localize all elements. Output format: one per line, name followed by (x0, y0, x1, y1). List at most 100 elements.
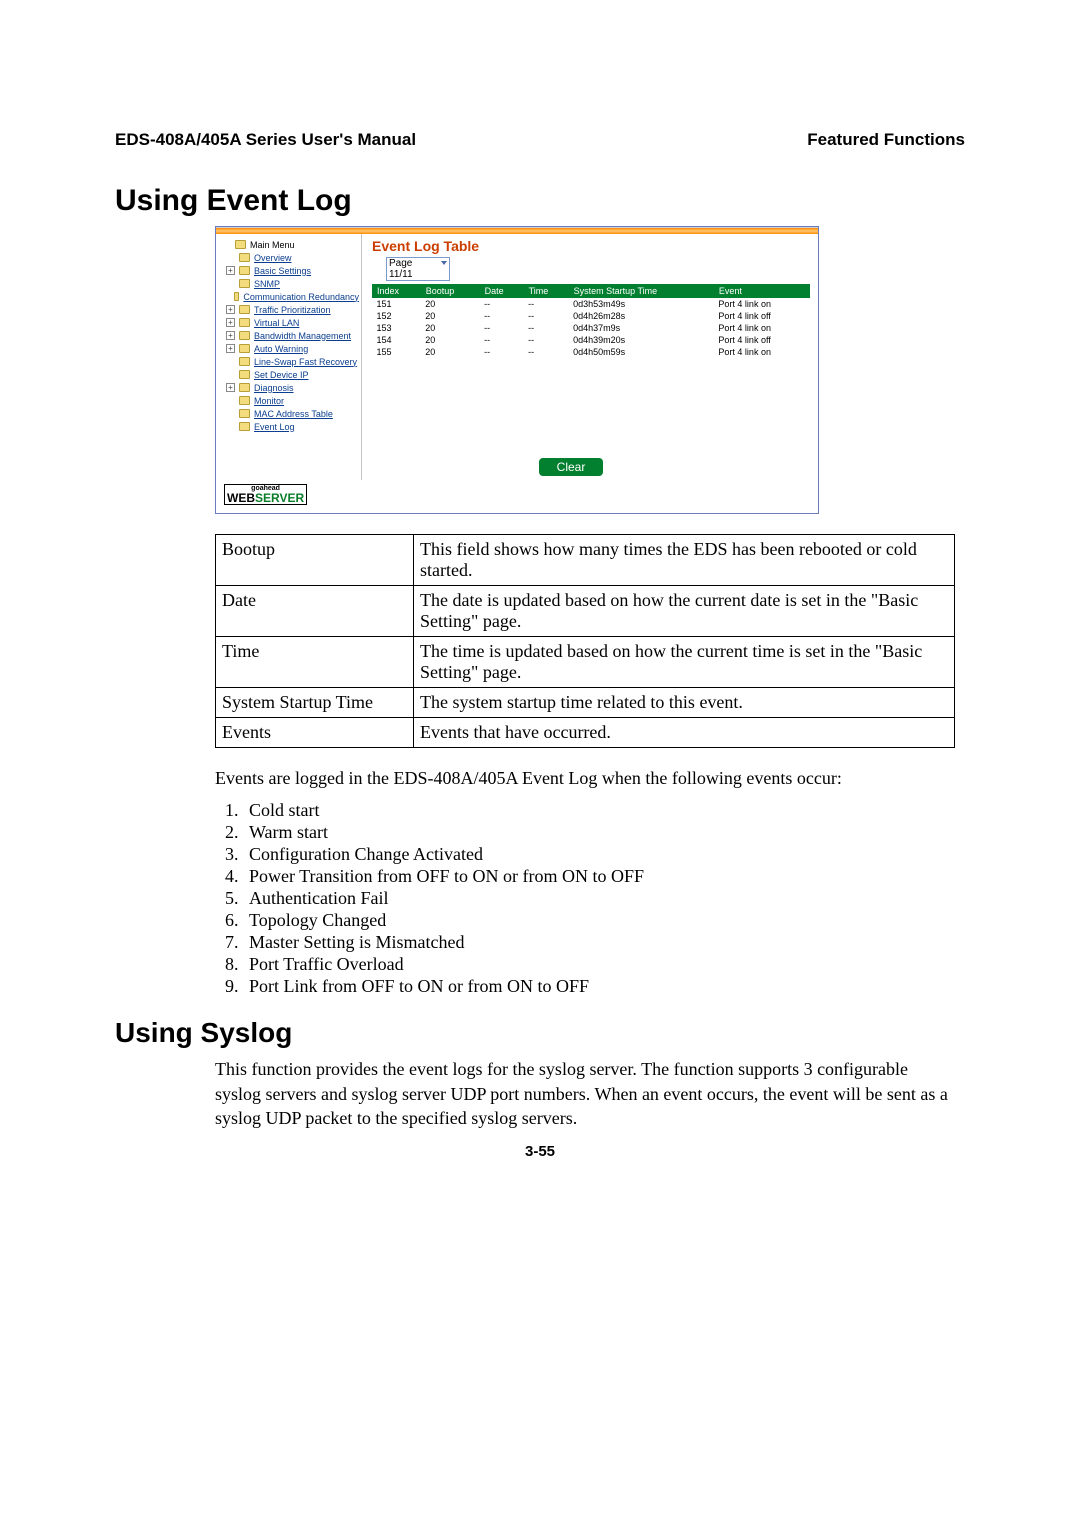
list-item: Configuration Change Activated (243, 844, 965, 865)
folder-icon (239, 331, 250, 340)
tree-item[interactable]: + Virtual LAN (222, 316, 359, 329)
orange-bar (216, 227, 818, 234)
expand-icon[interactable]: + (226, 305, 235, 314)
folder-icon (235, 240, 246, 249)
list-item: Master Setting is Mismatched (243, 932, 965, 953)
screenshot-title: Event Log Table (372, 238, 810, 254)
tree-item[interactable]: + Auto Warning (222, 342, 359, 355)
tree-label: SNMP (254, 279, 280, 289)
page-number: 3-55 (0, 1143, 1080, 1160)
def-key: Time (216, 637, 414, 688)
column-header: Event (714, 285, 809, 298)
def-value: The time is updated based on how the cur… (414, 637, 955, 688)
tree-item[interactable]: Overview (222, 251, 359, 264)
def-value: This field shows how many times the EDS … (414, 535, 955, 586)
tree-item[interactable]: SNMP (222, 277, 359, 290)
def-key: System Startup Time (216, 688, 414, 718)
def-key: Events (216, 718, 414, 748)
table-row: 15120----0d3h53m49sPort 4 link on (373, 298, 810, 311)
list-item: Port Traffic Overload (243, 954, 965, 975)
tree-label: Main Menu (250, 240, 295, 250)
table-row: 15220----0d4h26m28sPort 4 link off (373, 310, 810, 322)
header-left: EDS-408A/405A Series User's Manual (115, 130, 416, 150)
tree-item[interactable]: + Basic Settings (222, 264, 359, 277)
folder-icon (239, 422, 250, 431)
server-label: SERVER (255, 491, 304, 505)
list-item: Warm start (243, 822, 965, 843)
tree-label: Basic Settings (254, 266, 311, 276)
folder-icon (239, 370, 250, 379)
list-item: Authentication Fail (243, 888, 965, 909)
tree-item[interactable]: Line-Swap Fast Recovery (222, 355, 359, 368)
expand-icon[interactable]: + (226, 318, 235, 327)
tree-label: Event Log (254, 422, 295, 432)
table-row: 15520----0d4h50m59sPort 4 link on (373, 346, 810, 358)
table-row: TimeThe time is updated based on how the… (216, 637, 955, 688)
tree-item[interactable]: MAC Address Table (222, 407, 359, 420)
tree-label: Overview (254, 253, 292, 263)
tree-label: Line-Swap Fast Recovery (254, 357, 357, 367)
definitions-table: BootupThis field shows how many times th… (215, 534, 955, 748)
folder-icon (239, 305, 250, 314)
column-header: Bootup (421, 285, 480, 298)
tree-item[interactable]: + Traffic Prioritization (222, 303, 359, 316)
tree-label: Virtual LAN (254, 318, 299, 328)
def-value: The system startup time related to this … (414, 688, 955, 718)
column-header: Time (524, 285, 569, 298)
folder-icon (239, 396, 250, 405)
list-item: Power Transition from OFF to ON or from … (243, 866, 965, 887)
tree-label: Bandwidth Management (254, 331, 351, 341)
column-header: System Startup Time (569, 285, 714, 298)
list-item: Topology Changed (243, 910, 965, 931)
folder-icon (239, 409, 250, 418)
expand-icon[interactable]: + (226, 383, 235, 392)
list-item: Port Link from OFF to ON or from ON to O… (243, 976, 965, 997)
header-right: Featured Functions (807, 130, 965, 150)
expand-icon[interactable]: + (226, 266, 235, 275)
tree-item[interactable]: Event Log (222, 420, 359, 433)
webserver-logo: goahead WEBSERVER (224, 484, 307, 505)
folder-icon (234, 292, 240, 301)
heading-using-syslog: Using Syslog (115, 1017, 965, 1049)
tree-label: Monitor (254, 396, 284, 406)
expand-icon[interactable]: + (226, 331, 235, 340)
page-select[interactable]: Page 11/11 (386, 257, 450, 281)
def-key: Date (216, 586, 414, 637)
def-value: The date is updated based on how the cur… (414, 586, 955, 637)
table-row: System Startup TimeThe system startup ti… (216, 688, 955, 718)
tree-label: Auto Warning (254, 344, 308, 354)
tree-item[interactable]: Set Device IP (222, 368, 359, 381)
table-row: BootupThis field shows how many times th… (216, 535, 955, 586)
tree-item[interactable]: Communication Redundancy (222, 290, 359, 303)
event-log-table: IndexBootupDateTimeSystem Startup TimeEv… (372, 284, 810, 358)
events-list: Cold startWarm startConfiguration Change… (215, 800, 965, 997)
tree-item[interactable]: Monitor (222, 394, 359, 407)
def-value: Events that have occurred. (414, 718, 955, 748)
events-intro: Events are logged in the EDS-408A/405A E… (215, 766, 955, 790)
syslog-body: This function provides the event logs fo… (215, 1057, 955, 1130)
tree-item[interactable]: + Bandwidth Management (222, 329, 359, 342)
nav-tree: Main Menu Overview + Basic Settings SNMP Comm… (216, 234, 362, 480)
table-row: EventsEvents that have occurred. (216, 718, 955, 748)
event-log-screenshot: Main Menu Overview + Basic Settings SNMP Comm… (215, 226, 819, 514)
column-header: Index (373, 285, 422, 298)
expand-icon[interactable]: + (226, 344, 235, 353)
list-item: Cold start (243, 800, 965, 821)
tree-label: MAC Address Table (254, 409, 333, 419)
folder-icon (239, 344, 250, 353)
tree-item[interactable]: Main Menu (222, 238, 359, 251)
tree-label: Set Device IP (254, 370, 309, 380)
tree-label: Diagnosis (254, 383, 294, 393)
web-label: WEB (227, 491, 255, 505)
folder-icon (239, 318, 250, 327)
tree-label: Communication Redundancy (243, 292, 359, 302)
clear-button[interactable]: Clear (539, 458, 604, 476)
table-row: 15320----0d4h37m9sPort 4 link on (373, 322, 810, 334)
tree-item[interactable]: + Diagnosis (222, 381, 359, 394)
folder-icon (239, 383, 250, 392)
table-row: DateThe date is updated based on how the… (216, 586, 955, 637)
tree-label: Traffic Prioritization (254, 305, 331, 315)
folder-icon (239, 266, 250, 275)
folder-icon (239, 279, 250, 288)
folder-icon (239, 253, 250, 262)
